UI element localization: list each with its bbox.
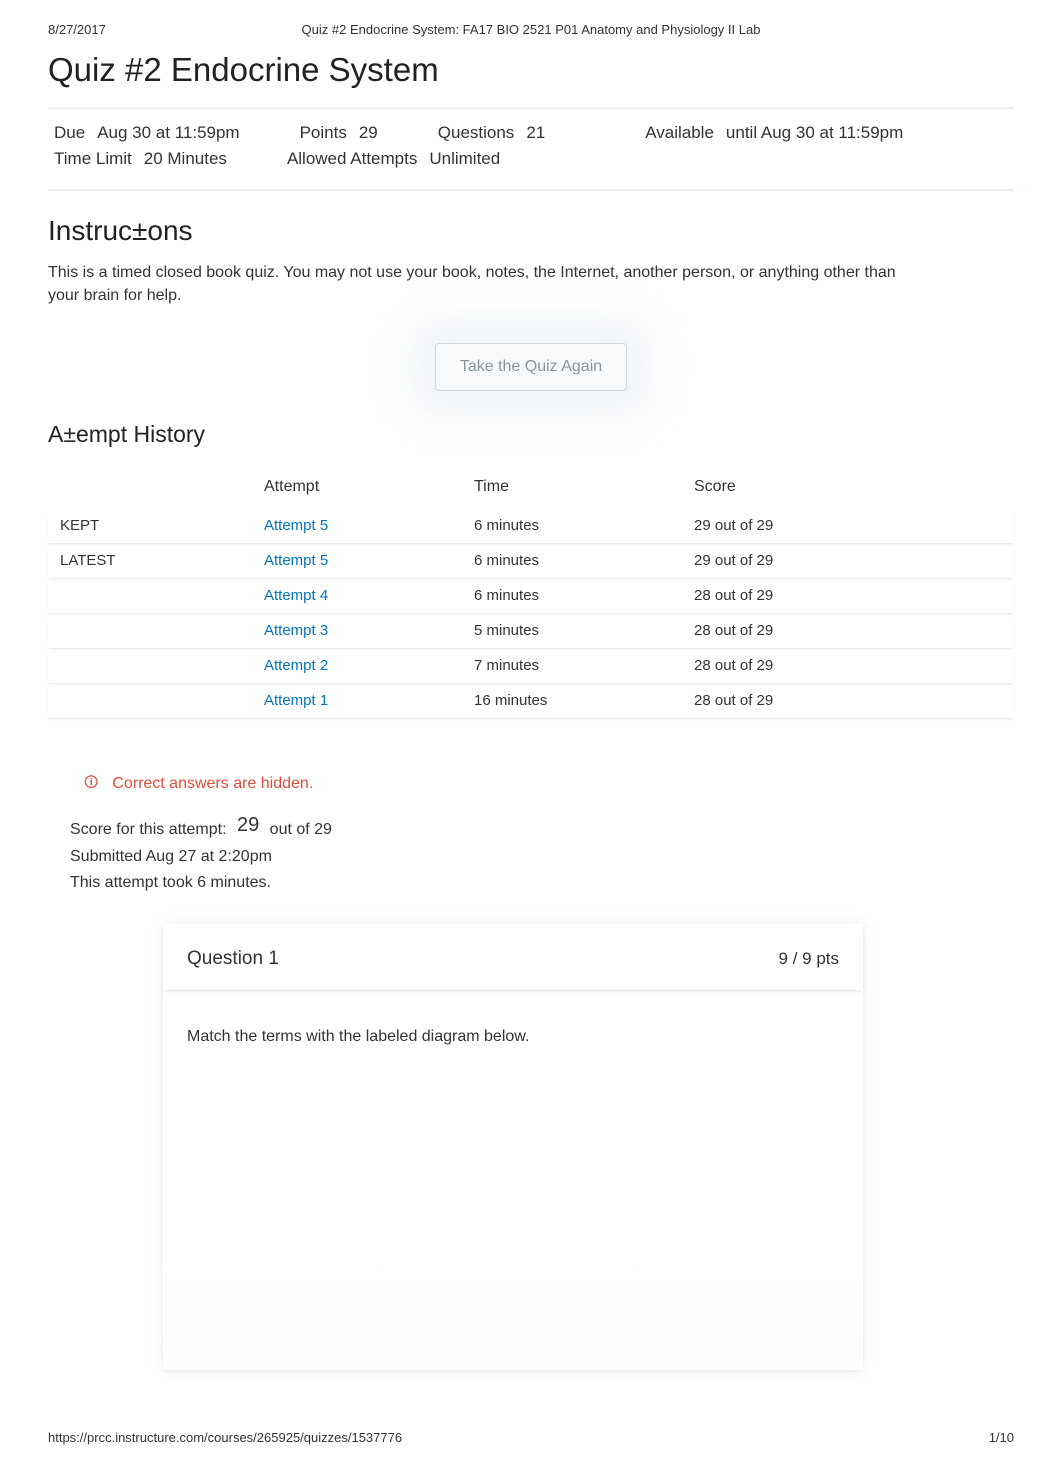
row-score: 28 out of 29 — [688, 578, 1014, 613]
attempt-link[interactable]: Attempt 1 — [264, 692, 328, 709]
correct-answers-banner: 🛈 Correct answers are hidden. — [48, 772, 1014, 796]
row-tag — [48, 683, 258, 718]
table-row: KEPT Attempt 5 6 minutes 29 out of 29 — [48, 508, 1014, 543]
question-prompt: Match the terms with the labeled diagram… — [187, 1028, 839, 1046]
quiz-meta-block: Due Aug 30 at 11:59pm Points 29 Question… — [48, 107, 1014, 191]
table-row: Attempt 3 5 minutes 28 out of 29 — [48, 613, 1014, 648]
row-time: 6 minutes — [468, 543, 688, 578]
table-row: Attempt 4 6 minutes 28 out of 29 — [48, 578, 1014, 613]
banner-text: Correct answers are hidden. — [112, 775, 313, 793]
row-tag — [48, 613, 258, 648]
print-title: Quiz #2 Endocrine System: FA17 BIO 2521 … — [302, 22, 761, 37]
attempt-link[interactable]: Attempt 4 — [264, 587, 328, 604]
row-score: 29 out of 29 — [688, 508, 1014, 543]
row-tag — [48, 578, 258, 613]
questions-value: 21 — [526, 123, 545, 143]
attempt-link[interactable]: Attempt 2 — [264, 657, 328, 674]
row-time: 16 minutes — [468, 683, 688, 718]
points-label: Points — [300, 123, 347, 143]
questions-label: Questions — [438, 123, 515, 143]
footer-url: https://prcc.instructure.com/courses/265… — [48, 1430, 402, 1445]
table-header-time: Time — [468, 468, 688, 508]
table-header-attempt: Attempt — [258, 468, 468, 508]
attempt-duration: This attempt took 6 minutes. — [70, 870, 1014, 896]
attempt-link[interactable]: Attempt 5 — [264, 552, 328, 569]
attempt-link[interactable]: Attempt 3 — [264, 622, 328, 639]
table-header-score: Score — [688, 468, 1014, 508]
points-value: 29 — [359, 123, 378, 143]
due-label: Due — [54, 123, 85, 143]
footer-page-number: 1/10 — [989, 1430, 1014, 1445]
score-prefix: Score for this attempt: — [70, 821, 227, 838]
time-limit-label: Time Limit — [54, 149, 132, 169]
info-icon: 🛈 — [84, 772, 98, 796]
instructions-text: This is a timed closed book quiz. You ma… — [48, 261, 918, 307]
question-label: Question 1 — [187, 948, 279, 970]
available-label: Available — [645, 123, 714, 143]
row-score: 29 out of 29 — [688, 543, 1014, 578]
score-value: 29 — [231, 809, 265, 841]
row-time: 6 minutes — [468, 508, 688, 543]
row-tag: KEPT — [48, 508, 258, 543]
row-score: 28 out of 29 — [688, 613, 1014, 648]
row-time: 5 minutes — [468, 613, 688, 648]
attempt-history-heading: A±empt History — [48, 421, 1014, 448]
table-row: LATEST Attempt 5 6 minutes 29 out of 29 — [48, 543, 1014, 578]
allowed-attempts-value: Unlimited — [429, 149, 500, 169]
row-tag — [48, 648, 258, 683]
row-score: 28 out of 29 — [688, 648, 1014, 683]
attempt-link[interactable]: Attempt 5 — [264, 517, 328, 534]
question-points: 9 / 9 pts — [779, 949, 839, 969]
allowed-attempts-label: Allowed Attempts — [287, 149, 417, 169]
question-card: Question 1 9 / 9 pts Match the terms wit… — [163, 924, 863, 1370]
row-tag: LATEST — [48, 543, 258, 578]
row-score: 28 out of 29 — [688, 683, 1014, 718]
available-value: until Aug 30 at 11:59pm — [726, 123, 903, 143]
attempt-history-table: Attempt Time Score KEPT Attempt 5 6 minu… — [48, 468, 1014, 718]
table-row: Attempt 1 16 minutes 28 out of 29 — [48, 683, 1014, 718]
quiz-title: Quiz #2 Endocrine System — [48, 51, 1014, 89]
row-time: 7 minutes — [468, 648, 688, 683]
score-suffix: out of 29 — [270, 821, 332, 838]
table-row: Attempt 2 7 minutes 28 out of 29 — [48, 648, 1014, 683]
time-limit-value: 20 Minutes — [144, 149, 227, 169]
print-date: 8/27/2017 — [48, 22, 106, 37]
instructions-heading: Instruc±ons — [48, 215, 1014, 247]
submitted-time: Submitted Aug 27 at 2:20pm — [70, 844, 1014, 870]
row-time: 6 minutes — [468, 578, 688, 613]
table-header-tag — [48, 468, 258, 508]
take-quiz-again-button[interactable]: Take the Quiz Again — [435, 343, 627, 391]
due-value: Aug 30 at 11:59pm — [97, 123, 239, 143]
